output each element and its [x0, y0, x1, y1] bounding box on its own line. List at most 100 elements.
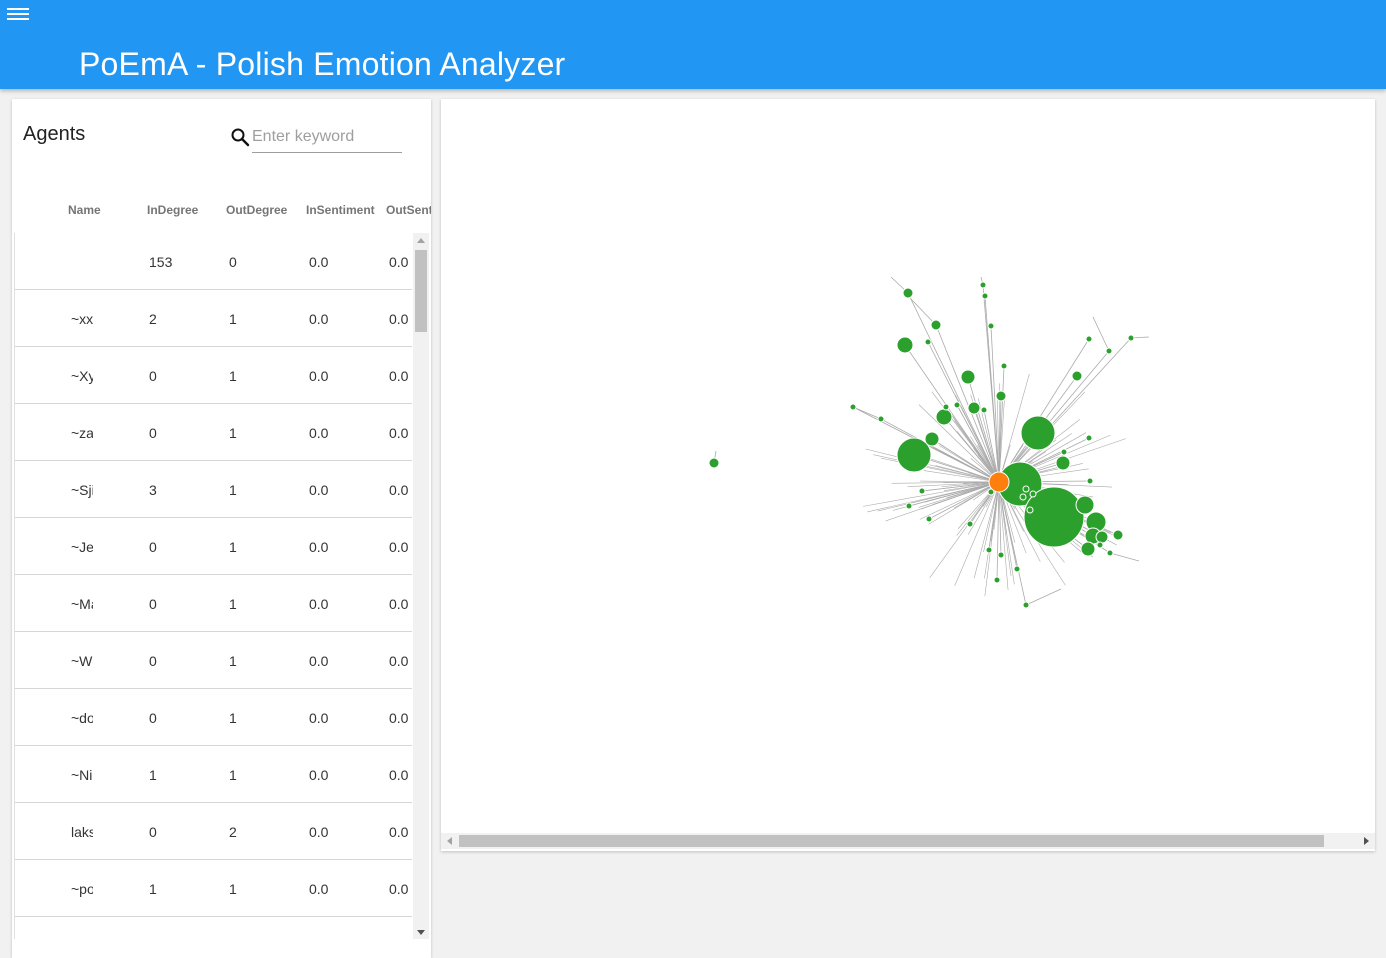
cell-out-sent: 0.0 — [389, 596, 409, 612]
app-bar: PoEmA - Polish Emotion Analyzer — [0, 0, 1386, 89]
graph-node — [995, 390, 1007, 402]
graph-horizontal-scrollbar[interactable] — [441, 833, 1375, 849]
cell-out-sent: 0.0 — [389, 425, 409, 441]
table-row[interactable]: laks 0 2 0.0 0.0 — [15, 803, 412, 860]
graph-edge — [1092, 316, 1110, 352]
graph-node — [896, 437, 932, 473]
table-row[interactable]: ~Ni 1 1 0.0 0.0 — [15, 746, 412, 803]
graph-node — [1022, 485, 1030, 493]
graph-node — [877, 415, 885, 423]
cell-name: ~tfu — [71, 938, 93, 939]
table-row[interactable]: ~Sji 3 1 0.0 0.0 — [15, 461, 412, 518]
graph-node — [1029, 490, 1037, 498]
graph-node — [980, 406, 988, 414]
scrollbar-thumb[interactable] — [459, 835, 1324, 847]
table-row[interactable]: ~za 0 1 0.0 0.0 — [15, 404, 412, 461]
cell-in: 0 — [149, 539, 157, 555]
graph-node — [1096, 541, 1104, 549]
graph-node — [1055, 455, 1071, 471]
graph-node — [896, 336, 914, 354]
cell-name: ~po — [71, 881, 93, 897]
scroll-up-arrow-icon[interactable] — [417, 238, 425, 243]
app-title: PoEmA - Polish Emotion Analyzer — [79, 46, 566, 82]
graph-edge — [921, 481, 1000, 492]
graph-node — [930, 319, 942, 331]
cell-name: ~za — [71, 425, 93, 441]
cell-in-sent: 0.0 — [309, 881, 329, 897]
table-row[interactable]: 153 0 0.0 0.0 — [15, 233, 412, 290]
graph-node — [981, 292, 989, 300]
cell-name: ~Je — [71, 539, 93, 555]
cell-in-sent: 0.0 — [309, 482, 329, 498]
table-row[interactable]: ~Ma 0 1 0.0 0.0 — [15, 575, 412, 632]
table-row[interactable]: ~Wi 0 1 0.0 0.0 — [15, 632, 412, 689]
graph-node — [985, 546, 993, 554]
cell-in-sent: 0.0 — [309, 254, 329, 270]
cell-out: 1 — [229, 596, 237, 612]
cell-out: 1 — [229, 539, 237, 555]
cell-in: 0 — [149, 710, 157, 726]
table-row[interactable]: ~Xy 0 1 0.0 0.0 — [15, 347, 412, 404]
graph-node — [1106, 549, 1114, 557]
cell-out: 1 — [229, 368, 237, 384]
graph-node — [1000, 362, 1008, 370]
table-row[interactable]: ~tfu — [15, 917, 412, 939]
cell-name: laks — [71, 824, 93, 840]
cell-in: 0 — [149, 824, 157, 840]
cell-out-sent: 0.0 — [389, 254, 409, 270]
cell-in: 0 — [149, 653, 157, 669]
cell-name: ~xx — [71, 311, 93, 327]
graph-node — [1026, 506, 1034, 514]
cell-out: 1 — [229, 482, 237, 498]
search-icon — [231, 128, 250, 147]
graph-node — [1080, 541, 1096, 557]
graph-node — [918, 487, 926, 495]
cell-in: 0 — [149, 596, 157, 612]
cell-in: 153 — [149, 254, 173, 270]
column-header-outsentiment[interactable]: OutSentiment — [386, 203, 431, 217]
graph-edge — [920, 480, 1000, 483]
search-input[interactable] — [252, 121, 402, 153]
graph-node — [1112, 529, 1124, 541]
cell-out: 1 — [229, 653, 237, 669]
agents-network-graph[interactable] — [441, 99, 1375, 833]
graph-node — [1020, 415, 1056, 451]
agents-table-body[interactable]: 153 0 0.0 0.0 ~xx 2 1 0.0 0.0 ~Xy 0 1 0.0 0.0 ~za 0 1 0.0… — [14, 233, 412, 939]
scroll-down-arrow-icon[interactable] — [417, 930, 425, 935]
graph-node — [1095, 530, 1109, 544]
table-row[interactable]: ~Je 0 1 0.0 0.0 — [15, 518, 412, 575]
graph-edge — [998, 338, 1090, 483]
scroll-left-arrow-icon[interactable] — [447, 837, 452, 845]
cell-in: 2 — [149, 311, 157, 327]
scrollbar-thumb[interactable] — [415, 250, 427, 332]
cell-in-sent: 0.0 — [309, 653, 329, 669]
cell-out: 2 — [229, 824, 237, 840]
column-header-outdegree[interactable]: OutDegree — [226, 203, 287, 217]
graph-node — [1085, 335, 1093, 343]
cell-out-sent: 0.0 — [389, 311, 409, 327]
graph-edge — [873, 454, 1000, 483]
scroll-right-arrow-icon[interactable] — [1364, 837, 1369, 845]
cell-name: ~do — [71, 710, 93, 726]
cell-out: 1 — [229, 881, 237, 897]
table-row[interactable]: ~do 0 1 0.0 0.0 — [15, 689, 412, 746]
graph-node — [1019, 493, 1027, 501]
cell-out-sent: 0.0 — [389, 824, 409, 840]
column-header-name[interactable]: Name — [68, 203, 101, 217]
table-header: Name InDegree OutDegree InSentiment OutS… — [12, 199, 431, 221]
graph-panel — [441, 99, 1375, 851]
graph-node — [935, 408, 953, 426]
column-header-insentiment[interactable]: InSentiment — [306, 203, 375, 217]
column-header-indegree[interactable]: InDegree — [147, 203, 198, 217]
graph-node — [902, 287, 914, 299]
cell-in: 0 — [149, 368, 157, 384]
table-row[interactable]: ~po 1 1 0.0 0.0 — [15, 860, 412, 917]
cell-in-sent: 0.0 — [309, 824, 329, 840]
cell-in: 1 — [149, 881, 157, 897]
menu-icon[interactable] — [7, 5, 29, 23]
table-vertical-scrollbar[interactable] — [413, 233, 429, 939]
graph-node — [960, 369, 976, 385]
table-row[interactable]: ~xx 2 1 0.0 0.0 — [15, 290, 412, 347]
cell-in: 0 — [149, 425, 157, 441]
cell-in: 1 — [149, 767, 157, 783]
